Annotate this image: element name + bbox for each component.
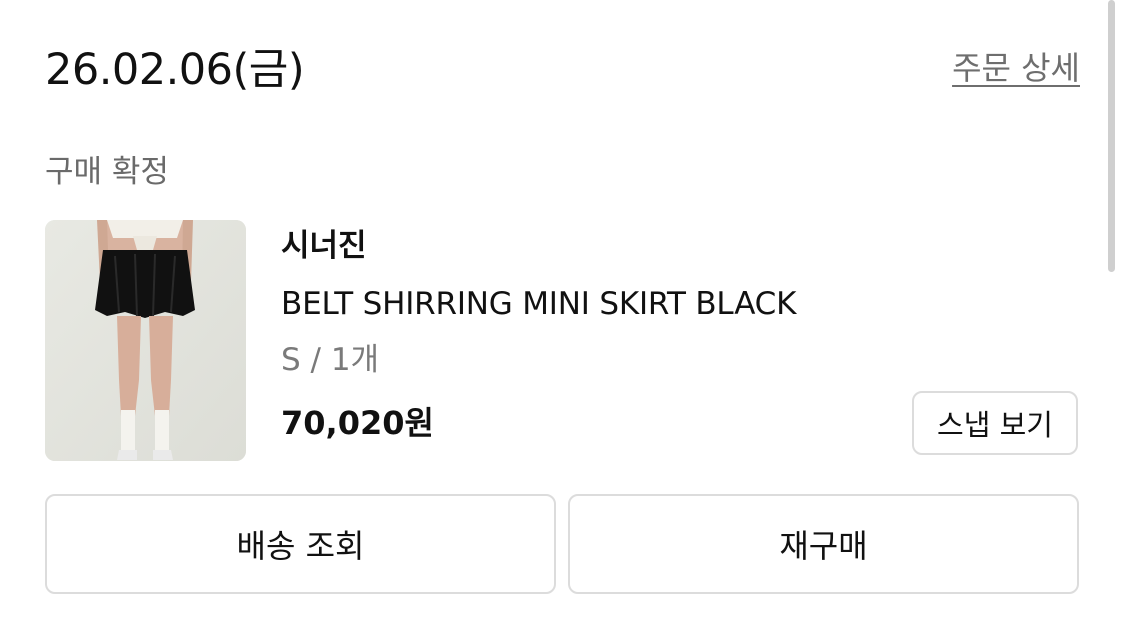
- snap-view-button[interactable]: 스냅 보기: [912, 391, 1078, 455]
- repurchase-button[interactable]: 재구매: [568, 494, 1079, 594]
- track-delivery-button[interactable]: 배송 조회: [45, 494, 556, 594]
- product-thumbnail[interactable]: [45, 220, 246, 461]
- order-date: 26.02.06(금): [45, 45, 305, 95]
- product-price: 70,020원: [281, 404, 434, 442]
- order-detail-link[interactable]: 주문 상세: [952, 46, 1080, 90]
- product-name[interactable]: BELT SHIRRING MINI SKIRT BLACK: [281, 282, 796, 326]
- product-brand[interactable]: 시너진: [281, 224, 367, 268]
- order-status: 구매 확정: [45, 154, 169, 190]
- product-option: S / 1개: [281, 342, 380, 378]
- order-card: 26.02.06(금) 주문 상세 구매 확정 시너진 BELT SHIRRIN…: [0, 0, 1125, 636]
- scrollbar[interactable]: [1108, 0, 1115, 272]
